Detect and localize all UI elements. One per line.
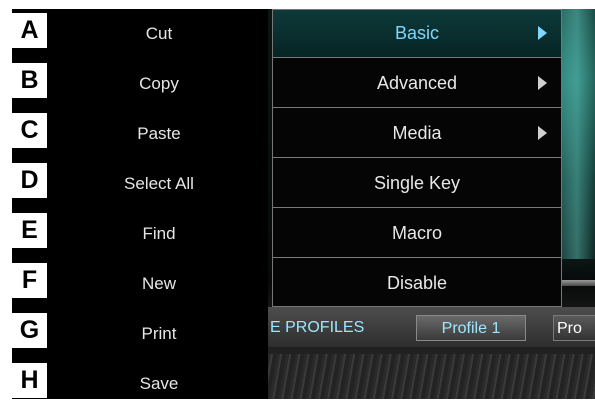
chevron-right-icon	[538, 76, 547, 90]
submenu-label: Macro	[391, 223, 442, 243]
key-label: Select All	[124, 174, 194, 193]
submenu-item-macro[interactable]: Macro	[273, 210, 561, 258]
chevron-right-icon	[538, 26, 547, 40]
tab-profile-next-label: Pro	[557, 320, 582, 337]
key-label: Cut	[145, 24, 173, 43]
key-row-b[interactable]: B Copy	[12, 59, 268, 109]
key-badge: C	[12, 113, 47, 148]
submenu-item-advanced[interactable]: Advanced	[273, 60, 561, 108]
submenu-label: Advanced	[376, 73, 458, 93]
key-row-e[interactable]: E Find	[12, 209, 268, 259]
key-row-h[interactable]: H Save	[12, 359, 268, 409]
key-badge: H	[12, 363, 47, 398]
key-label: New	[141, 274, 176, 293]
tab-profile-next[interactable]: Pro	[553, 315, 595, 341]
key-label: Find	[142, 224, 176, 243]
submenu-item-disable[interactable]: Disable	[273, 260, 561, 308]
profiles-bar: E PROFILES Profile 1 Pro	[268, 307, 595, 347]
chevron-right-icon	[538, 126, 547, 140]
submenu-label: Disable	[386, 273, 448, 293]
key-badge: F	[12, 263, 47, 298]
key-label: Print	[141, 324, 177, 343]
key-badge: D	[12, 163, 47, 198]
key-row-c[interactable]: C Paste	[12, 109, 268, 159]
key-label: Copy	[139, 74, 179, 93]
key-row-d[interactable]: D Select All	[12, 159, 268, 209]
key-row-f[interactable]: F New	[12, 259, 268, 309]
key-list-panel: A Cut B Copy C Paste D Select All E Find…	[12, 9, 268, 399]
submenu-item-single-key[interactable]: Single Key	[273, 160, 561, 208]
key-label: Save	[139, 374, 179, 393]
key-badge: G	[12, 313, 47, 348]
submenu-item-basic[interactable]: Basic	[273, 10, 561, 58]
key-row-g[interactable]: G Print	[12, 309, 268, 359]
key-badge: E	[12, 213, 47, 248]
tab-profile-1[interactable]: Profile 1	[416, 315, 526, 341]
key-badge: B	[12, 63, 47, 98]
chrome-divider	[562, 280, 595, 286]
submenu-label: Media	[392, 123, 442, 143]
submenu-item-media[interactable]: Media	[273, 110, 561, 158]
submenu-label: Single Key	[373, 173, 461, 193]
assignment-submenu: Basic Advanced Media Single Key Macro Di…	[272, 9, 562, 307]
submenu-label: Basic	[394, 23, 439, 43]
key-label: Paste	[137, 124, 181, 143]
profiles-section-label: E PROFILES	[270, 319, 365, 336]
background-texture	[268, 354, 595, 399]
key-row-a[interactable]: A Cut	[12, 9, 268, 59]
tab-profile-1-label: Profile 1	[441, 320, 501, 337]
key-badge: A	[12, 13, 47, 48]
